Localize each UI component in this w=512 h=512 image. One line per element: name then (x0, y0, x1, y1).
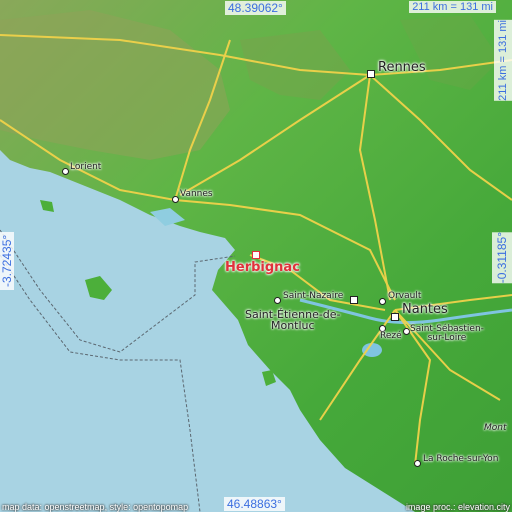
map-view[interactable]: Rennes Lorient Vannes Herbignac Saint-Na… (0, 0, 512, 512)
rennes-label[interactable]: Rennes (378, 61, 426, 74)
right-longitude: -0.31185° (492, 232, 512, 284)
nantes-label[interactable]: Nantes (402, 303, 448, 316)
orvault-marker (379, 298, 386, 305)
rennes-marker (367, 70, 375, 78)
la-roche-label[interactable]: La Roche-sur-Yon (423, 455, 498, 464)
bottom-latitude: 46.48863° (224, 497, 285, 511)
herbignac-label[interactable]: Herbignac (225, 260, 300, 275)
saint-sebastien-marker (403, 328, 410, 335)
orvault-label[interactable]: Orvault (388, 292, 421, 301)
vannes-label[interactable]: Vannes (180, 190, 213, 199)
saint-nazaire-marker (274, 297, 281, 304)
left-longitude: -3.72435° (0, 231, 14, 290)
lorient-label[interactable]: Lorient (70, 163, 101, 172)
scale-side: 211 km = 131 mi (494, 20, 512, 101)
saint-etienne-marker (350, 296, 358, 304)
credit-left: map data: openstreetmap, style: opentopo… (2, 502, 189, 512)
reze-label[interactable]: Rezé (380, 332, 402, 341)
nantes-marker (391, 313, 399, 321)
scale-top: 211 km = 131 mi (409, 1, 496, 13)
vannes-marker (172, 196, 179, 203)
saint-etienne-label[interactable]: Saint-Étienne-de- Montluc (245, 309, 341, 331)
credit-right: image proc.: elevation.city (405, 502, 510, 512)
top-latitude: 48.39062° (225, 1, 286, 15)
saint-sebastien-label[interactable]: Saint-Sébastien- sur-Loire (410, 325, 484, 343)
la-roche-marker (414, 460, 421, 467)
mont-label[interactable]: Mont (484, 424, 507, 433)
lorient-marker (62, 168, 69, 175)
saint-nazaire-label[interactable]: Saint-Nazaire (283, 292, 343, 301)
herbignac-marker (252, 251, 260, 259)
